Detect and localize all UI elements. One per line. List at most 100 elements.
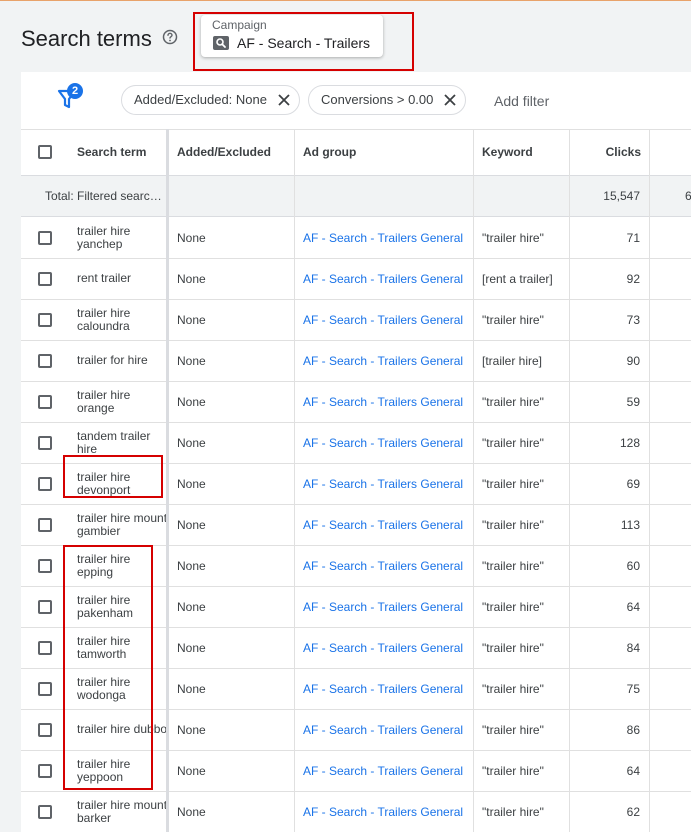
search-term-cell: trailer hire yanchep: [77, 223, 131, 251]
row-checkbox[interactable]: [37, 763, 52, 778]
row-checkbox-cell: [21, 217, 68, 258]
filter-chip-added-excluded[interactable]: Added/Excluded: None: [121, 85, 300, 115]
select-all-cell: [21, 129, 68, 175]
keyword-cell: "trailer hire": [482, 763, 544, 778]
close-icon[interactable]: [277, 93, 291, 107]
added-excluded-cell: None: [177, 763, 206, 778]
help-circle-icon[interactable]: [162, 29, 178, 45]
keyword-cell: [rent a trailer]: [482, 271, 553, 286]
row-checkbox-cell: [21, 299, 68, 340]
row-checkbox[interactable]: [37, 435, 52, 450]
table-row: trailer hire mount barker None AF - Search…: [21, 791, 691, 832]
keyword-cell: [trailer hire]: [482, 353, 543, 368]
ad-group-link[interactable]: AF - Search - Trailers General: [303, 545, 473, 586]
row-checkbox-cell: [21, 791, 68, 832]
filter-count-badge: 2: [67, 83, 83, 99]
column-header-added-excluded[interactable]: Added/Excluded: [177, 129, 297, 175]
row-checkbox[interactable]: [37, 804, 52, 819]
row-checkbox[interactable]: [37, 271, 52, 286]
added-excluded-cell: None: [177, 476, 206, 491]
column-header-search-term[interactable]: Search term: [77, 129, 169, 175]
row-checkbox[interactable]: [37, 558, 52, 573]
ad-group-link[interactable]: AF - Search - Trailers General: [303, 463, 473, 504]
table-row: trailer hire yanchep None AF - Search - Tr…: [21, 217, 691, 259]
added-excluded-cell: None: [177, 230, 206, 245]
select-all-checkbox[interactable]: [37, 145, 52, 159]
clicks-cell: 62: [626, 804, 640, 819]
added-excluded-cell: None: [177, 558, 206, 573]
row-checkbox[interactable]: [37, 517, 52, 532]
page-title: Search terms: [21, 26, 152, 51]
clicks-cell: 92: [626, 271, 640, 286]
ad-group-link[interactable]: AF - Search - Trailers General: [303, 422, 473, 463]
column-header-clicks[interactable]: Clicks: [570, 129, 641, 175]
row-checkbox[interactable]: [37, 640, 52, 655]
filter-chip-conversions[interactable]: Conversions > 0.00: [308, 85, 466, 115]
frozen-column-divider: [166, 129, 169, 832]
added-excluded-cell: None: [177, 517, 206, 532]
filter-chip-label: Added/Excluded: None: [134, 92, 267, 107]
added-excluded-cell: None: [177, 312, 206, 327]
ad-group-link[interactable]: AF - Search - Trailers General: [303, 217, 473, 258]
ad-group-link[interactable]: AF - Search - Trailers General: [303, 627, 473, 668]
total-row: Total: Filtered search ... 15,547 6: [21, 176, 691, 217]
close-icon[interactable]: [443, 93, 457, 107]
added-excluded-cell: None: [177, 681, 206, 696]
ad-group-link[interactable]: AF - Search - Trailers General: [303, 586, 473, 627]
search-term-cell: trailer hire mount gambier: [77, 510, 168, 538]
table-row: rent trailer None AF - Search - Trailers G…: [21, 258, 691, 300]
clicks-cell: 69: [626, 476, 640, 491]
added-excluded-cell: None: [177, 722, 206, 737]
column-divider: [473, 129, 474, 832]
ad-group-link[interactable]: AF - Search - Trailers General: [303, 750, 473, 791]
table-row: trailer for hire None AF - Search - Traile…: [21, 340, 691, 382]
search-term-cell: trailer hire mount barker: [77, 797, 168, 825]
row-checkbox[interactable]: [37, 394, 52, 409]
added-excluded-cell: None: [177, 353, 206, 368]
ad-group-link[interactable]: AF - Search - Trailers General: [303, 381, 473, 422]
search-term-cell: rent trailer: [77, 271, 132, 285]
add-filter-button[interactable]: Add filter: [494, 93, 549, 109]
column-header-keyword[interactable]: Keyword: [482, 129, 572, 175]
clicks-cell: 59: [626, 394, 640, 409]
row-checkbox[interactable]: [37, 312, 52, 327]
row-checkbox[interactable]: [37, 476, 52, 491]
total-clicks: 15,547: [603, 189, 640, 203]
clicks-cell: 86: [626, 722, 640, 737]
clicks-cell: 64: [626, 763, 640, 778]
row-checkbox[interactable]: [37, 230, 52, 245]
ad-group-link[interactable]: AF - Search - Trailers General: [303, 258, 473, 299]
row-checkbox-cell: [21, 381, 68, 422]
ad-group-link[interactable]: AF - Search - Trailers General: [303, 668, 473, 709]
added-excluded-cell: None: [177, 271, 206, 286]
ad-group-link[interactable]: AF - Search - Trailers General: [303, 709, 473, 750]
row-checkbox-cell: [21, 422, 68, 463]
clicks-cell: 113: [620, 517, 640, 532]
column-divider: [294, 129, 295, 832]
clicks-cell: 90: [626, 353, 640, 368]
keyword-cell: "trailer hire": [482, 230, 544, 245]
ad-group-link[interactable]: AF - Search - Trailers General: [303, 340, 473, 381]
row-checkbox[interactable]: [37, 681, 52, 696]
row-checkbox[interactable]: [37, 722, 52, 737]
clicks-cell: 64: [626, 599, 640, 614]
row-checkbox[interactable]: [37, 353, 52, 368]
ad-group-link[interactable]: AF - Search - Trailers General: [303, 299, 473, 340]
column-header-ad-group[interactable]: Ad group: [303, 129, 473, 175]
keyword-cell: "trailer hire": [482, 394, 544, 409]
ad-group-link[interactable]: AF - Search - Trailers General: [303, 791, 473, 832]
filter-chip-label: Conversions > 0.00: [321, 92, 434, 107]
keyword-cell: "trailer hire": [482, 599, 544, 614]
added-excluded-cell: None: [177, 640, 206, 655]
clicks-cell: 128: [619, 435, 640, 450]
table-row: trailer hire orange None AF - Search - Tra…: [21, 381, 691, 423]
keyword-cell: "trailer hire": [482, 681, 544, 696]
row-checkbox-cell: [21, 750, 68, 791]
keyword-cell: "trailer hire": [482, 558, 544, 573]
clicks-cell: 75: [626, 681, 640, 696]
ad-group-link[interactable]: AF - Search - Trailers General: [303, 504, 473, 545]
annotation-highlight-campaign: [193, 12, 414, 71]
row-checkbox[interactable]: [37, 599, 52, 614]
row-checkbox-cell: [21, 627, 68, 668]
row-checkbox-cell: [21, 709, 68, 750]
